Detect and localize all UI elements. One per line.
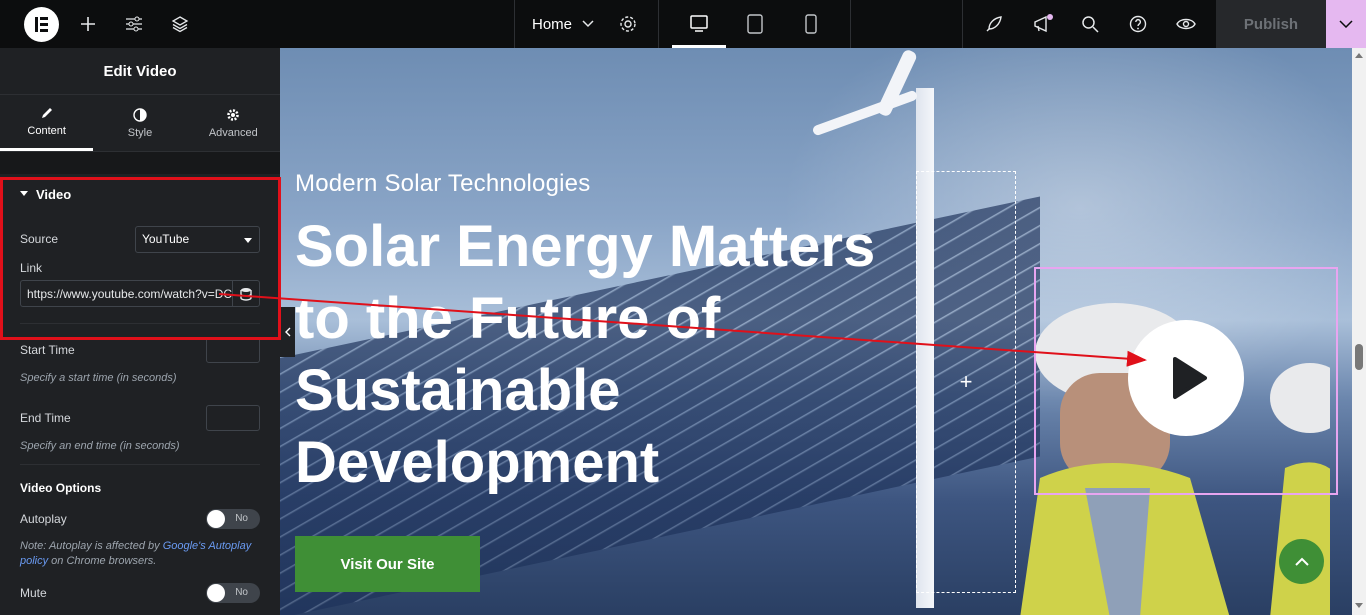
section-title: Video bbox=[36, 186, 72, 202]
add-element-icon[interactable] bbox=[76, 0, 100, 48]
page-name: Home bbox=[532, 15, 573, 33]
chevron-left-icon bbox=[284, 327, 290, 337]
link-input[interactable]: https://www.youtube.com/watch?v=DC bbox=[21, 287, 232, 301]
end-time-input[interactable] bbox=[206, 405, 260, 431]
video-options-label: Video Options bbox=[20, 481, 102, 495]
scroll-up-arrow-icon[interactable] bbox=[1355, 52, 1363, 58]
notifications-megaphone-icon[interactable] bbox=[1030, 0, 1056, 48]
hero-heading[interactable]: Solar Energy Matters to the Future of Su… bbox=[295, 211, 895, 499]
divider bbox=[962, 0, 963, 48]
elementor-logo-icon[interactable] bbox=[24, 7, 59, 42]
note-text: Note: Autoplay is affected by bbox=[20, 540, 163, 552]
caret-down-icon bbox=[20, 191, 28, 196]
end-time-hint: Specify an end time (in seconds) bbox=[20, 440, 180, 452]
start-time-label: Start Time bbox=[20, 343, 75, 357]
editor-panel: Edit Video Content Style Advanced Video … bbox=[0, 48, 280, 615]
hero-subheading[interactable]: Modern Solar Technologies bbox=[295, 170, 590, 198]
autoplay-label: Autoplay bbox=[20, 512, 67, 526]
section-video-toggle[interactable]: Video bbox=[0, 174, 280, 214]
rocket-icon[interactable] bbox=[982, 0, 1006, 48]
scrollbar[interactable] bbox=[1352, 48, 1366, 615]
chevron-down-icon bbox=[582, 20, 594, 28]
tab-style[interactable]: Style bbox=[93, 95, 186, 151]
play-icon[interactable] bbox=[1128, 320, 1244, 436]
empty-column-drop-zone[interactable]: + bbox=[916, 171, 1016, 593]
tab-advanced[interactable]: Advanced bbox=[187, 95, 280, 151]
tab-label: Content bbox=[27, 125, 66, 137]
publish-options-button[interactable] bbox=[1326, 0, 1366, 48]
tablet-view-icon[interactable] bbox=[744, 0, 766, 48]
mute-control: Mute No bbox=[0, 579, 280, 607]
autoplay-toggle[interactable]: No bbox=[206, 509, 260, 529]
end-time-control: End Time bbox=[0, 401, 280, 435]
panel-title: Edit Video bbox=[0, 48, 280, 95]
divider bbox=[850, 0, 851, 48]
tab-label: Style bbox=[127, 126, 153, 139]
source-label: Source bbox=[20, 232, 59, 246]
start-time-hint: Specify a start time (in seconds) bbox=[20, 372, 177, 384]
panel-spacer bbox=[0, 152, 280, 174]
preview-eye-icon[interactable] bbox=[1174, 0, 1198, 48]
source-control: Source YouTube bbox=[0, 222, 280, 256]
autoplay-control: Autoplay No bbox=[0, 505, 280, 533]
page-settings-icon[interactable] bbox=[616, 0, 640, 48]
caret-down-icon bbox=[244, 237, 252, 243]
tab-label: Advanced bbox=[208, 126, 258, 139]
help-icon[interactable] bbox=[1126, 0, 1150, 48]
mute-toggle[interactable]: No bbox=[206, 583, 260, 603]
start-time-input[interactable] bbox=[206, 337, 260, 363]
chevron-up-icon bbox=[1294, 557, 1309, 566]
toggle-label: No bbox=[235, 587, 248, 598]
preview-canvas: Modern Solar Technologies Solar Energy M… bbox=[280, 48, 1352, 615]
link-input-group: https://www.youtube.com/watch?v=DC bbox=[20, 280, 260, 307]
tab-content[interactable]: Content bbox=[0, 95, 94, 151]
start-time-control: Start Time bbox=[0, 333, 280, 367]
link-label: Link bbox=[20, 261, 43, 275]
scrollbar-thumb[interactable] bbox=[1355, 344, 1363, 370]
chevron-down-icon bbox=[1339, 20, 1353, 28]
mute-label: Mute bbox=[20, 586, 47, 600]
link-label-row: Link bbox=[0, 256, 280, 280]
divider bbox=[514, 0, 515, 48]
autoplay-note: Note: Autoplay is affected by Google's A… bbox=[0, 539, 280, 569]
toggle-label: No bbox=[235, 513, 248, 524]
source-value: YouTube bbox=[142, 232, 190, 246]
publish-button[interactable]: Publish bbox=[1216, 0, 1326, 48]
desktop-view-icon[interactable] bbox=[686, 0, 712, 48]
add-plus-icon[interactable]: + bbox=[960, 369, 973, 395]
scroll-to-top-button[interactable] bbox=[1279, 539, 1324, 584]
note-text: on Chrome browsers. bbox=[48, 555, 157, 567]
end-time-label: End Time bbox=[20, 411, 71, 425]
visit-site-button[interactable]: Visit Our Site bbox=[295, 536, 480, 592]
source-select[interactable]: YouTube bbox=[135, 225, 260, 253]
top-bar: Home Publish bbox=[0, 0, 1366, 48]
pencil-icon bbox=[41, 108, 52, 118]
toggle-knob bbox=[207, 584, 225, 602]
site-settings-icon[interactable] bbox=[122, 0, 146, 48]
toggle-knob bbox=[207, 510, 225, 528]
gear-icon bbox=[227, 108, 240, 121]
panel-tabs: Content Style Advanced bbox=[0, 95, 280, 152]
page-selector[interactable]: Home bbox=[532, 0, 594, 48]
mobile-view-icon[interactable] bbox=[800, 0, 822, 48]
collapse-panel-handle[interactable] bbox=[280, 307, 295, 357]
contrast-icon bbox=[133, 107, 147, 122]
video-options-heading: Video Options bbox=[0, 471, 280, 505]
divider bbox=[658, 0, 659, 48]
scroll-down-arrow-icon[interactable] bbox=[1355, 603, 1363, 609]
layers-icon[interactable] bbox=[168, 0, 192, 48]
search-icon[interactable] bbox=[1078, 0, 1102, 48]
dynamic-tags-database-icon[interactable] bbox=[232, 281, 259, 306]
